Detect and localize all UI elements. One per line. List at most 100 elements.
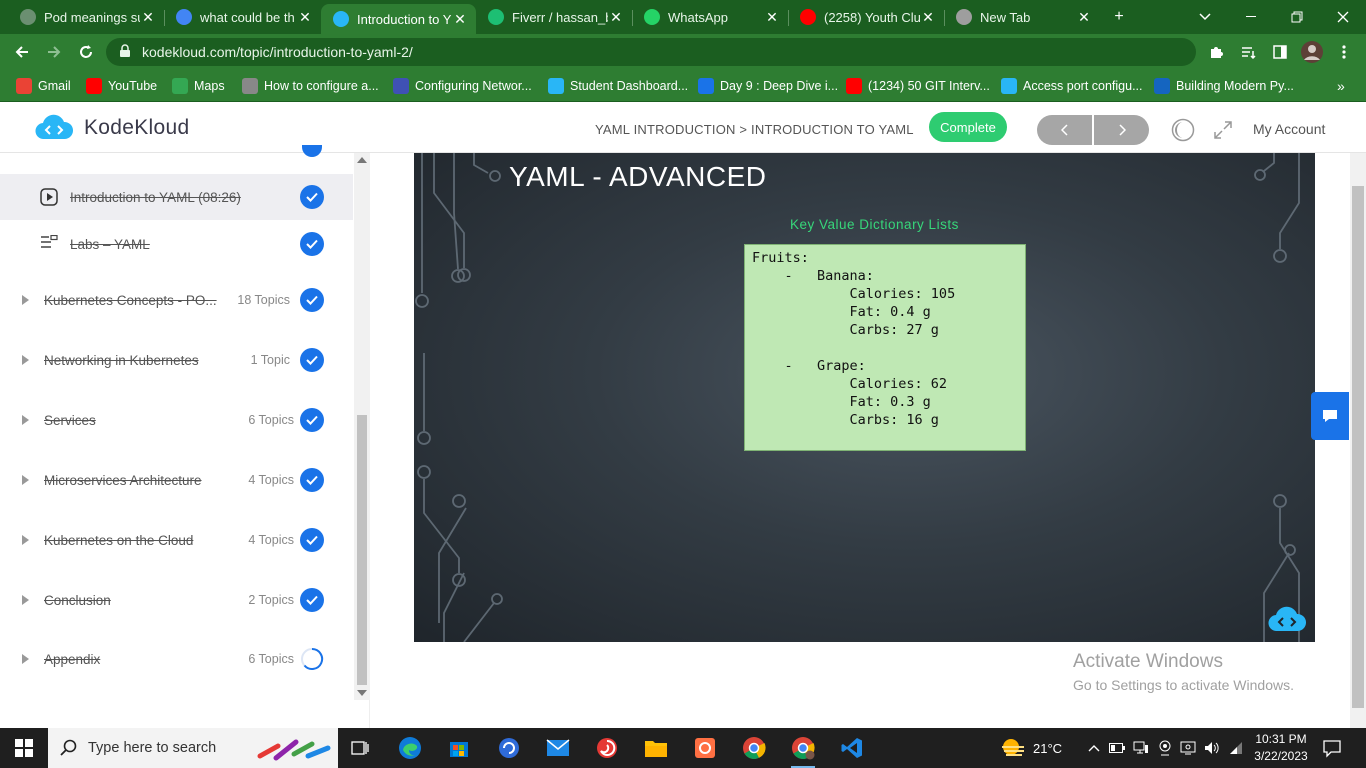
profile-avatar[interactable]: [1300, 40, 1324, 64]
chat-support-button[interactable]: [1311, 392, 1349, 440]
close-tab-icon[interactable]: ✕: [764, 9, 780, 26]
expand-caret-icon[interactable]: [22, 475, 29, 485]
chrome-menu-icon[interactable]: [1332, 40, 1356, 64]
browser-tab[interactable]: (2258) Youth Clul ✕: [788, 0, 944, 34]
sidebar-section[interactable]: Appendix 6 Topics: [0, 636, 353, 682]
close-tab-icon[interactable]: ✕: [140, 9, 156, 26]
bookmark-label: Day 9 : Deep Dive i...: [720, 79, 839, 93]
lesson-video-player[interactable]: YAML - ADVANCED Key Value Dictionary Lis…: [414, 153, 1315, 642]
app-taskbar-button[interactable]: [493, 732, 525, 764]
expand-caret-icon[interactable]: [22, 355, 29, 365]
taskbar-search-box[interactable]: Type here to search: [48, 728, 338, 768]
notifications-icon[interactable]: [1322, 738, 1342, 758]
close-window-button[interactable]: [1328, 0, 1358, 34]
browser-tab[interactable]: Fiverr / hassan_b ✕: [476, 0, 632, 34]
bookmark-item[interactable]: (1234) 50 GIT Interv...: [846, 76, 990, 96]
expand-caret-icon[interactable]: [22, 654, 29, 664]
expand-caret-icon[interactable]: [22, 415, 29, 425]
app-taskbar-button[interactable]: [689, 732, 721, 764]
lesson-item[interactable]: Labs – YAML: [0, 221, 353, 267]
mail-taskbar-button[interactable]: [542, 732, 574, 764]
kodekloud-logo[interactable]: KodeKloud: [34, 113, 189, 143]
lesson-label: Labs – YAML: [70, 236, 150, 252]
close-tab-icon[interactable]: ✕: [608, 9, 624, 26]
sidebar-section[interactable]: Services 6 Topics: [0, 397, 353, 443]
browser-tab[interactable]: what could be th ✕: [164, 0, 321, 34]
weather-widget[interactable]: 21°C: [1000, 728, 1062, 768]
start-button[interactable]: [0, 728, 48, 768]
browser-tab[interactable]: New Tab ✕: [944, 0, 1100, 34]
previous-lesson-button[interactable]: [1037, 115, 1092, 145]
completed-check-icon: [300, 468, 324, 492]
sidebar-section[interactable]: Microservices Architecture 4 Topics: [0, 457, 353, 503]
address-bar[interactable]: kodekloud.com/topic/introduction-to-yaml…: [106, 38, 1196, 66]
breadcrumb[interactable]: YAML INTRODUCTION > INTRODUCTION TO YAML: [595, 122, 914, 137]
dark-mode-toggle-icon[interactable]: [1171, 118, 1195, 142]
sidebar-section[interactable]: Networking in Kubernetes 1 Topic: [0, 337, 353, 383]
expand-caret-icon[interactable]: [22, 595, 29, 605]
chrome-profile-taskbar-button[interactable]: [787, 732, 819, 768]
expand-caret-icon[interactable]: [22, 295, 29, 305]
vscode-taskbar-button[interactable]: [836, 732, 868, 764]
complete-button[interactable]: Complete: [929, 112, 1007, 142]
bookmark-item[interactable]: How to configure a...: [242, 76, 379, 96]
app-taskbar-button[interactable]: [591, 732, 623, 764]
browser-tab[interactable]: Pod meanings su ✕: [8, 0, 164, 34]
sidebar-section[interactable]: Conclusion 2 Topics: [0, 577, 353, 623]
red-shell-app-icon: [597, 738, 617, 758]
task-view-button[interactable]: [344, 732, 376, 764]
battery-icon[interactable]: [1109, 740, 1125, 756]
forward-button[interactable]: [42, 40, 66, 64]
system-clock[interactable]: 10:31 PM 3/22/2023: [1250, 731, 1312, 765]
close-tab-icon[interactable]: ✕: [452, 11, 468, 28]
reading-list-icon[interactable]: [1236, 40, 1260, 64]
webcam-icon[interactable]: [1157, 740, 1173, 756]
section-label: Conclusion: [44, 592, 111, 608]
section-topic-count: 4 Topics: [248, 533, 294, 547]
sidebar-section[interactable]: Kubernetes Concepts - PO... 18 Topics: [0, 277, 353, 323]
close-tab-icon[interactable]: ✕: [297, 9, 313, 26]
lesson-item[interactable]: Introduction to YAML (08:26): [0, 174, 353, 220]
show-hidden-icons-chevron-icon[interactable]: [1086, 740, 1102, 756]
bookmark-item[interactable]: Maps: [172, 76, 225, 96]
network-pc-icon[interactable]: [1133, 740, 1149, 756]
wifi-icon[interactable]: [1228, 740, 1244, 756]
fullscreen-expand-icon[interactable]: [1212, 119, 1234, 141]
chrome-taskbar-button[interactable]: [738, 732, 770, 764]
new-tab-button[interactable]: +: [1106, 0, 1132, 34]
course-sidebar: Introduction to YAML (08:26) Labs – YAML…: [0, 145, 370, 728]
reload-button[interactable]: [74, 40, 98, 64]
tab-title: New Tab: [980, 9, 1031, 25]
sidebar-scroll-thumb[interactable]: [357, 415, 367, 685]
scroll-up-arrow-icon[interactable]: [357, 157, 367, 163]
more-bookmarks-chevron-icon[interactable]: »: [1337, 76, 1345, 96]
volume-speaker-icon[interactable]: [1204, 740, 1220, 756]
bookmark-item[interactable]: Configuring Networ...: [393, 76, 532, 96]
next-lesson-button[interactable]: [1094, 115, 1149, 145]
page-scroll-thumb[interactable]: [1352, 186, 1364, 708]
scroll-down-arrow-icon[interactable]: [357, 690, 367, 696]
minimize-window-button[interactable]: [1236, 0, 1266, 34]
file-explorer-taskbar-button[interactable]: [640, 732, 672, 764]
browser-tab[interactable]: WhatsApp ✕: [632, 0, 788, 34]
close-tab-icon[interactable]: ✕: [1076, 9, 1092, 26]
side-panel-icon[interactable]: [1268, 40, 1292, 64]
close-tab-icon[interactable]: ✕: [920, 9, 936, 26]
back-button[interactable]: [10, 40, 34, 64]
bookmark-item[interactable]: Day 9 : Deep Dive i...: [698, 76, 838, 96]
bookmark-item[interactable]: Building Modern Py...: [1154, 76, 1294, 96]
bookmark-item[interactable]: YouTube: [86, 76, 157, 96]
bookmark-item[interactable]: Student Dashboard...: [548, 76, 688, 96]
display-icon[interactable]: [1180, 740, 1196, 756]
bookmark-item[interactable]: Access port configu...: [1001, 76, 1143, 96]
sidebar-section[interactable]: Kubernetes on the Cloud 4 Topics: [0, 517, 353, 563]
microsoft-store-taskbar-button[interactable]: [443, 732, 475, 764]
expand-caret-icon[interactable]: [22, 535, 29, 545]
extensions-puzzle-icon[interactable]: [1204, 40, 1228, 64]
my-account-link[interactable]: My Account: [1253, 121, 1325, 137]
bookmark-item[interactable]: Gmail: [16, 76, 71, 96]
browser-tab[interactable]: Introduction to Y ✕: [321, 4, 476, 34]
restore-window-button[interactable]: [1282, 0, 1312, 34]
tab-search-chevron-icon[interactable]: [1192, 0, 1218, 34]
edge-browser-taskbar-button[interactable]: [394, 732, 426, 764]
